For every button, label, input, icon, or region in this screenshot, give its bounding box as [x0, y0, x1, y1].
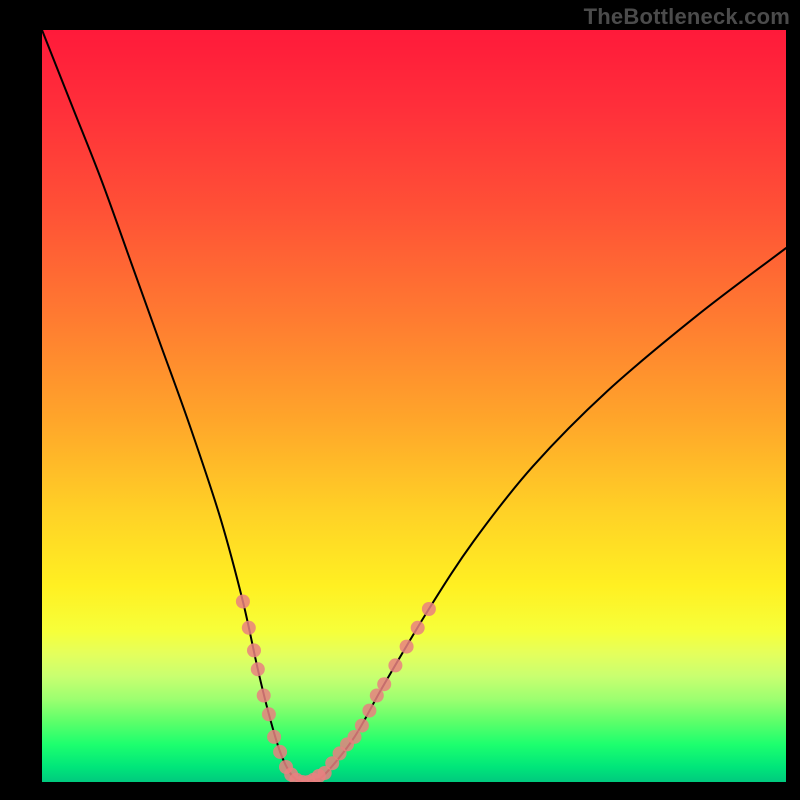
chart-frame: TheBottleneck.com: [0, 0, 800, 800]
curve-marker: [267, 730, 281, 744]
curve-marker: [251, 662, 265, 676]
curve-marker: [247, 643, 261, 657]
curve-marker: [422, 602, 436, 616]
curve-marker: [362, 704, 376, 718]
marker-group: [236, 595, 436, 783]
curve-marker: [400, 640, 414, 654]
plot-area: [42, 30, 786, 782]
curve-marker: [273, 745, 287, 759]
watermark-text: TheBottleneck.com: [584, 4, 790, 30]
bottleneck-curve: [42, 30, 786, 782]
curve-marker: [355, 719, 369, 733]
curve-marker: [262, 707, 276, 721]
curve-marker: [411, 621, 425, 635]
curve-marker: [377, 677, 391, 691]
curve-marker: [388, 658, 402, 672]
curve-marker: [236, 595, 250, 609]
curve-marker: [242, 621, 256, 635]
curve-layer: [42, 30, 786, 782]
curve-marker: [257, 689, 271, 703]
